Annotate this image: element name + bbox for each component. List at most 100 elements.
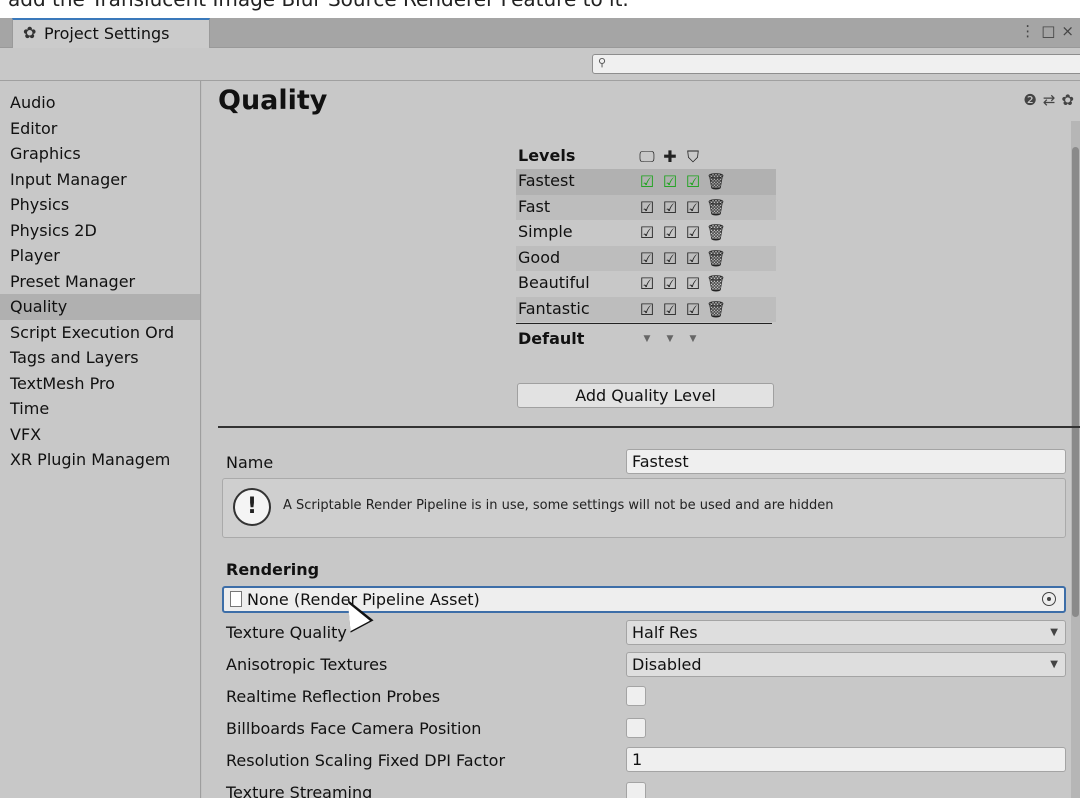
level-name: Fast	[518, 196, 551, 216]
texture-quality-label: Texture Quality	[226, 623, 347, 642]
sidebar-item[interactable]: Time	[0, 396, 200, 422]
level-standalone-checkbox[interactable]: ☑	[636, 169, 658, 194]
resolution-scaling-label: Resolution Scaling Fixed DPI Factor	[226, 751, 506, 770]
level-webgl-checkbox[interactable]: ☑	[682, 195, 704, 220]
trash-icon[interactable]: 🗑	[705, 246, 727, 271]
texture-quality-dropdown[interactable]: Half Res ▼	[626, 620, 1066, 645]
level-android-checkbox[interactable]: ☑	[659, 271, 681, 296]
level-name: Good	[518, 247, 561, 267]
level-webgl-checkbox[interactable]: ☑	[682, 220, 704, 245]
level-row[interactable]: Good ☑ ☑ ☑ 🗑	[516, 245, 776, 271]
toolbar: ⚲	[0, 48, 1080, 81]
sidebar-item[interactable]: Script Execution Ord	[0, 320, 200, 346]
level-row[interactable]: Simple ☑ ☑ ☑ 🗑	[516, 220, 776, 246]
trash-icon[interactable]: 🗑	[705, 271, 727, 296]
search-input[interactable]: ⚲	[592, 54, 1080, 74]
default-webgl-dropdown[interactable]: ▼	[682, 327, 704, 352]
top-note: add the Translucent Image Blur Source Re…	[0, 0, 1080, 18]
sidebar-item[interactable]: Input Manager	[0, 167, 200, 193]
level-webgl-checkbox[interactable]: ☑	[682, 246, 704, 271]
preset-icon[interactable]: ⇄	[1043, 91, 1062, 109]
scrollbar-thumb[interactable]	[1072, 147, 1079, 617]
sidebar-item[interactable]: Physics 2D	[0, 218, 200, 244]
warning-icon: !	[233, 488, 271, 526]
level-standalone-checkbox[interactable]: ☑	[636, 297, 658, 322]
sidebar-list: Audio Editor Graphics Input Manager Physics P…	[0, 81, 200, 473]
sidebar-item[interactable]: TextMesh Pro	[0, 371, 200, 397]
maximize-icon[interactable]: □	[1041, 22, 1061, 40]
gear-icon: ✿	[23, 23, 37, 42]
tab-bar: ✿ Project Settings ⋮□×	[0, 18, 1080, 49]
sidebar-item[interactable]: VFX	[0, 422, 200, 448]
add-quality-level-button[interactable]: Add Quality Level	[517, 383, 774, 408]
level-android-checkbox[interactable]: ☑	[659, 220, 681, 245]
tab-project-settings[interactable]: ✿ Project Settings	[12, 18, 210, 49]
texture-streaming-label: Texture Streaming	[226, 783, 373, 798]
level-row[interactable]: Fastest ☑ ☑ ☑ 🗑	[516, 169, 776, 195]
level-row[interactable]: Beautiful ☑ ☑ ☑ 🗑	[516, 271, 776, 297]
level-name: Beautiful	[518, 273, 590, 292]
top-note-text: add the Translucent Image Blur Source Re…	[8, 0, 629, 11]
default-standalone-dropdown[interactable]: ▼	[636, 327, 658, 352]
close-icon[interactable]: ×	[1061, 22, 1080, 40]
sidebar: Audio Editor Graphics Input Manager Physics P…	[0, 81, 201, 798]
level-webgl-checkbox[interactable]: ☑	[682, 271, 704, 296]
level-standalone-checkbox[interactable]: ☑	[636, 246, 658, 271]
scrollbar[interactable]	[1071, 121, 1080, 798]
quality-levels-table: Levels 🖵 ✚ ⛉ Fastest ☑ ☑ ☑ 🗑 Fast ☑ ☑ ☑ 🗑 Simple ☑ ☑…	[516, 144, 776, 352]
page-title: Quality	[218, 85, 328, 116]
texture-quality-value: Half Res	[632, 623, 698, 642]
sidebar-item[interactable]: XR Plugin Managem	[0, 447, 200, 473]
object-picker-icon[interactable]	[1042, 592, 1056, 606]
monitor-icon: 🖵	[639, 147, 655, 166]
level-webgl-checkbox[interactable]: ☑	[682, 169, 704, 194]
chevron-down-icon: ▼	[1050, 659, 1058, 670]
resolution-scaling-field[interactable]: 1	[626, 747, 1066, 772]
chevron-down-icon: ▼	[1050, 627, 1058, 638]
gear-icon[interactable]: ✿	[1061, 91, 1080, 109]
trash-icon[interactable]: 🗑	[705, 169, 727, 194]
sidebar-item[interactable]: Graphics	[0, 141, 200, 167]
html5-icon: ⛉	[686, 147, 699, 166]
level-android-checkbox[interactable]: ☑	[659, 297, 681, 322]
level-android-checkbox[interactable]: ☑	[659, 195, 681, 220]
sidebar-item[interactable]: Tags and Layers	[0, 345, 200, 371]
level-android-checkbox[interactable]: ☑	[659, 246, 681, 271]
search-icon: ⚲	[598, 56, 607, 69]
name-field[interactable]: Fastest	[626, 449, 1066, 474]
sidebar-item[interactable]: Preset Manager	[0, 269, 200, 295]
level-row[interactable]: Fantastic ☑ ☑ ☑ 🗑	[516, 296, 776, 322]
level-rows: Fastest ☑ ☑ ☑ 🗑 Fast ☑ ☑ ☑ 🗑 Simple ☑ ☑ ☑ 🗑 Good ☑ ☑ ☑ 🗑 Bea…	[516, 169, 776, 322]
sidebar-item[interactable]: Physics	[0, 192, 200, 218]
anisotropic-value: Disabled	[632, 655, 702, 674]
menu-icon[interactable]: ⋮	[1020, 22, 1041, 40]
main-panel: Quality ❷⇄✿ Levels 🖵 ✚ ⛉ Fastest ☑ ☑ ☑ 🗑 Fast…	[202, 81, 1080, 798]
default-android-dropdown[interactable]: ▼	[659, 327, 681, 352]
levels-title: Levels	[518, 146, 576, 165]
tab-label: Project Settings	[44, 24, 170, 43]
trash-icon[interactable]: 🗑	[705, 220, 727, 245]
level-row[interactable]: Fast ☑ ☑ ☑ 🗑	[516, 194, 776, 220]
anisotropic-dropdown[interactable]: Disabled ▼	[626, 652, 1066, 677]
help-icon[interactable]: ❷	[1023, 91, 1042, 109]
level-webgl-checkbox[interactable]: ☑	[682, 297, 704, 322]
level-standalone-checkbox[interactable]: ☑	[636, 195, 658, 220]
sidebar-item[interactable]: Quality	[0, 294, 200, 320]
sidebar-item[interactable]: Audio	[0, 90, 200, 116]
trash-icon[interactable]: 🗑	[705, 297, 727, 322]
level-name: Simple	[518, 222, 573, 241]
realtime-reflection-checkbox[interactable]	[626, 686, 646, 706]
billboards-checkbox[interactable]	[626, 718, 646, 738]
texture-streaming-checkbox[interactable]	[626, 782, 646, 798]
level-android-checkbox[interactable]: ☑	[659, 169, 681, 194]
anisotropic-label: Anisotropic Textures	[226, 655, 388, 674]
level-standalone-checkbox[interactable]: ☑	[636, 271, 658, 296]
trash-icon[interactable]: 🗑	[705, 195, 727, 220]
sidebar-item[interactable]: Editor	[0, 116, 200, 142]
sidebar-item[interactable]: Player	[0, 243, 200, 269]
help-box: ! A Scriptable Render Pipeline is in use…	[222, 478, 1066, 538]
level-standalone-checkbox[interactable]: ☑	[636, 220, 658, 245]
title-icons: ❷⇄✿	[1023, 91, 1080, 109]
realtime-reflection-label: Realtime Reflection Probes	[226, 687, 441, 706]
billboards-label: Billboards Face Camera Position	[226, 719, 482, 738]
